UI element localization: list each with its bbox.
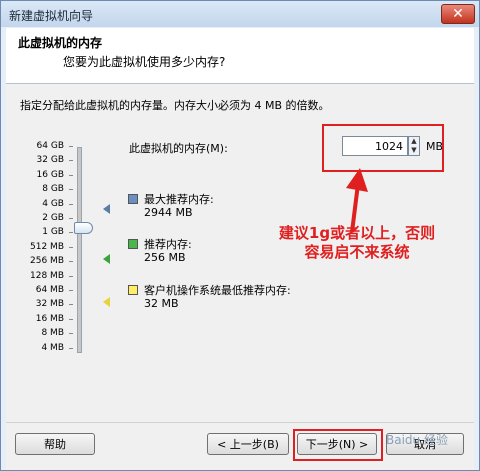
scale-label: 8 MB [41,328,64,338]
scale-tick [69,160,73,161]
scale-tick [69,333,73,334]
instruction-text: 指定分配给此虚拟机的内存量。内存大小必须为 4 MB 的倍数。 [20,99,330,112]
scale-tick [69,319,73,320]
scale-tick [69,146,73,147]
scale-label: 16 MB [35,314,64,324]
minimum-recommended-value: 32 MB [144,297,179,310]
recommended-value: 256 MB [144,251,186,264]
annotation-text: 建议1g或者以上，否则 容易启不来系统 [246,224,468,262]
page-subtitle: 您要为此虚拟机使用多少内存? [63,55,226,69]
max-recommended-value: 2944 MB [144,206,193,219]
memory-field-label: 此虚拟机的内存(M): [129,142,228,155]
scale-tick [69,276,73,277]
scale-tick [69,304,73,305]
memory-slider-track[interactable] [77,147,82,353]
scale-tick [69,261,73,262]
recommended-legend-icon [128,239,138,249]
close-button[interactable]: ✕ [441,4,475,24]
max-recommended-legend-icon [128,194,138,204]
scale-label: 64 MB [35,285,64,295]
scale-tick [69,175,73,176]
annotation-line-2: 容易启不来系统 [304,243,410,261]
memory-panel: 指定分配给此虚拟机的内存量。内存大小必须为 4 MB 的倍数。 64 GB 32… [6,84,474,422]
wizard-window: 新建虚拟机向导 ✕ 此虚拟机的内存 您要为此虚拟机使用多少内存? 指定分配给此虚… [0,0,480,471]
scale-tick [69,247,73,248]
annotation-line-1: 建议1g或者以上，否则 [278,224,436,242]
recommended-marker-icon [103,254,110,264]
scale-tick [69,290,73,291]
wizard-header: 此虚拟机的内存 您要为此虚拟机使用多少内存? [6,28,474,84]
scale-label: 4 GB [42,199,64,209]
scale-label: 2 GB [42,213,64,223]
scale-tick [69,218,73,219]
watermark-text: Baidu 经验 [386,433,448,447]
max-recommended-label: 最大推荐内存: [144,193,214,206]
help-button[interactable]: 帮助 [15,433,95,455]
scale-label: 16 GB [36,170,64,180]
memory-slider-thumb[interactable] [74,222,93,234]
scale-tick [69,204,73,205]
max-recommended-marker-icon [103,204,110,214]
scale-tick [69,232,73,233]
next-highlight-box [293,429,383,461]
back-button[interactable]: < 上一步(B) [207,433,289,455]
scale-label: 4 MB [41,343,64,353]
close-icon: ✕ [452,6,464,22]
scale-label: 8 GB [42,184,64,194]
minimum-recommended-label: 客户机操作系统最低推荐内存: [144,284,291,297]
minimum-recommended-legend-icon [128,285,138,295]
scale-label: 32 MB [35,299,64,309]
scale-label: 512 MB [30,242,64,252]
minimum-recommended-marker-icon [103,297,110,307]
scale-tick [69,348,73,349]
recommended-label: 推荐内存: [144,238,192,251]
scale-label: 1 GB [42,227,64,237]
scale-label: 32 GB [36,155,64,165]
scale-tick [69,189,73,190]
window-title: 新建虚拟机向导 [9,9,94,23]
scale-label: 64 GB [36,141,64,151]
scale-label: 256 MB [30,256,64,266]
page-title: 此虚拟机的内存 [18,36,103,50]
scale-label: 128 MB [30,271,64,281]
wizard-footer: 帮助 < 上一步(B) 下一步(N) > 取消 Baidu 经验 [6,422,474,470]
title-bar: 新建虚拟机向导 ✕ [1,1,479,27]
